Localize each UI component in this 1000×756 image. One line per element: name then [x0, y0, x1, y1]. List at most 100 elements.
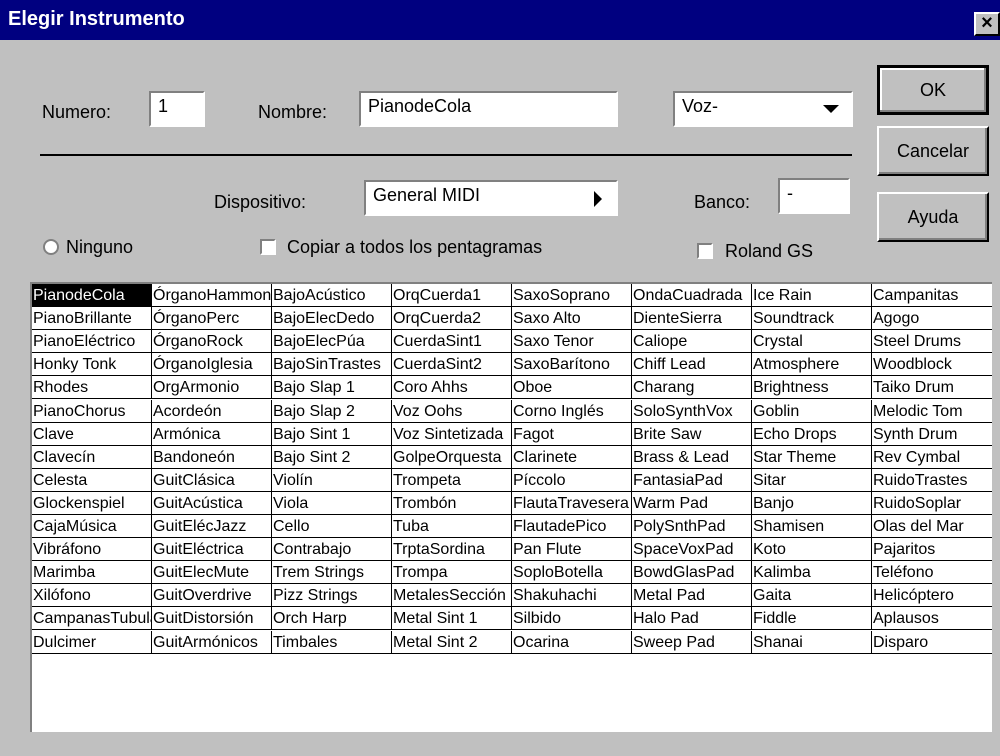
instrument-cell[interactable]: Voz Sintetizada [392, 422, 512, 446]
instrument-cell[interactable]: GuitElecMute [152, 561, 272, 585]
instrument-cell[interactable]: Marimba [32, 561, 152, 585]
instrument-cell[interactable]: Silbido [512, 607, 632, 631]
instrument-cell[interactable]: GuitEléctrica [152, 538, 272, 562]
instrument-cell[interactable]: Voz Oohs [392, 399, 512, 423]
instrument-cell[interactable]: Coro Ahhs [392, 376, 512, 400]
instrument-cell[interactable]: Crystal [752, 330, 872, 354]
instrument-cell[interactable]: GuitClásica [152, 468, 272, 492]
instrument-cell[interactable]: OndaCuadrada [632, 284, 752, 307]
instrument-cell[interactable]: Star Theme [752, 445, 872, 469]
instrument-cell[interactable]: Agogo [872, 307, 992, 331]
instrument-cell[interactable]: CajaMúsica [32, 515, 152, 538]
instrument-cell[interactable]: Honky Tonk [32, 353, 152, 377]
ayuda-button[interactable]: Ayuda [877, 192, 989, 242]
close-button[interactable]: × [974, 12, 1000, 36]
instrument-cell[interactable]: Viola [272, 491, 392, 515]
instrument-cell[interactable]: Píccolo [512, 468, 632, 492]
instrument-cell[interactable]: Teléfono [872, 561, 992, 585]
instrument-cell[interactable]: BajoElecDedo [272, 307, 392, 331]
instrument-cell[interactable]: Metal Sint 2 [392, 630, 512, 654]
instrument-cell[interactable]: Pajaritos [872, 538, 992, 562]
instrument-cell[interactable]: FlautadePico [512, 515, 632, 538]
instrument-cell[interactable]: Tuba [392, 515, 512, 538]
instrument-cell[interactable]: Clavecín [32, 445, 152, 469]
instrument-cell[interactable]: Halo Pad [632, 607, 752, 631]
instrument-cell[interactable]: CuerdaSint2 [392, 353, 512, 377]
instrument-cell[interactable]: Bajo Sint 1 [272, 422, 392, 446]
instrument-cell[interactable]: GolpeOrquesta [392, 445, 512, 469]
instrument-cell[interactable]: Warm Pad [632, 491, 752, 515]
instrument-cell[interactable]: Caliope [632, 330, 752, 354]
instrument-cell[interactable]: Ocarina [512, 630, 632, 654]
instrument-cell[interactable]: Bajo Slap 1 [272, 376, 392, 400]
instrument-cell[interactable]: Dulcimer [32, 630, 152, 654]
instrument-cell[interactable]: Campanitas [872, 284, 992, 307]
instrument-cell[interactable]: Shakuhachi [512, 584, 632, 608]
instrument-cell[interactable]: Goblin [752, 399, 872, 423]
instrument-cell[interactable]: Aplausos [872, 607, 992, 631]
cancelar-button[interactable]: Cancelar [877, 126, 989, 176]
instrument-cell[interactable]: OrgArmonio [152, 376, 272, 400]
instrument-cell[interactable]: Banjo [752, 491, 872, 515]
instrument-cell[interactable]: SpaceVoxPad [632, 538, 752, 562]
instrument-cell[interactable]: PianodeCola [32, 284, 152, 307]
instrument-cell[interactable]: SaxoBarítono [512, 353, 632, 377]
instrument-cell[interactable]: Clarinete [512, 445, 632, 469]
dispositivo-dropdown[interactable]: General MIDI [364, 180, 618, 216]
instrument-cell[interactable]: Orch Harp [272, 607, 392, 631]
instrument-cell[interactable]: Charang [632, 376, 752, 400]
instrument-cell[interactable]: OrqCuerda1 [392, 284, 512, 307]
instrument-cell[interactable]: BowdGlasPad [632, 561, 752, 585]
instrument-cell[interactable]: Trombón [392, 491, 512, 515]
instrument-cell[interactable]: Ice Rain [752, 284, 872, 307]
instrument-cell[interactable]: PianoEléctrico [32, 330, 152, 354]
instrument-cell[interactable]: Taiko Drum [872, 376, 992, 400]
instrument-cell[interactable]: Disparo [872, 631, 992, 654]
instrument-cell[interactable]: Sitar [752, 468, 872, 492]
instrument-cell[interactable]: CuerdaSint1 [392, 330, 512, 354]
instrument-cell[interactable]: PolySnthPad [632, 515, 752, 538]
instrument-cell[interactable]: Bandoneón [152, 445, 272, 469]
instrument-cell[interactable]: Armónica [152, 422, 272, 446]
instrument-cell[interactable]: MetalesSección [392, 584, 512, 608]
instrument-cell[interactable]: Trompeta [392, 468, 512, 492]
instrument-cell[interactable]: GuitElécJazz [152, 515, 272, 538]
instrument-cell[interactable]: Helicóptero [872, 584, 992, 608]
instrument-cell[interactable]: Shanai [752, 630, 872, 654]
instrument-cell[interactable]: Vibráfono [32, 538, 152, 562]
copiar-checkbox[interactable] [260, 239, 276, 255]
instrument-cell[interactable]: GuitAcústica [152, 491, 272, 515]
instrument-cell[interactable]: Koto [752, 538, 872, 562]
instrument-cell[interactable]: Acordeón [152, 399, 272, 423]
instrument-cell[interactable]: Bajo Slap 2 [272, 399, 392, 423]
instrument-cell[interactable]: Kalimba [752, 561, 872, 585]
instrument-cell[interactable]: Timbales [272, 630, 392, 654]
instrument-cell[interactable]: Trem Strings [272, 561, 392, 585]
instrument-cell[interactable]: ÓrganoRock [152, 330, 272, 354]
instrument-cell[interactable]: PianoBrillante [32, 307, 152, 331]
instrument-cell[interactable]: Corno Inglés [512, 399, 632, 423]
instrument-cell[interactable]: Melodic Tom [872, 400, 992, 423]
instrument-cell[interactable]: Oboe [512, 376, 632, 400]
instrument-cell[interactable]: Rev Cymbal [872, 446, 992, 469]
instrument-cell[interactable]: PianoChorus [32, 399, 152, 423]
instrument-cell[interactable]: Gaita [752, 584, 872, 608]
instrument-cell[interactable]: Brite Saw [632, 422, 752, 446]
instrument-cell[interactable]: SaxoSoprano [512, 284, 632, 307]
instrument-cell[interactable]: Saxo Alto [512, 307, 632, 331]
instrument-cell[interactable]: Rhodes [32, 376, 152, 400]
instrument-cell[interactable]: Synth Drum [872, 423, 992, 446]
instrument-cell[interactable]: Cello [272, 515, 392, 538]
instrument-cell[interactable]: ÓrganoPerc [152, 307, 272, 331]
instrument-cell[interactable]: Steel Drums [872, 330, 992, 354]
instrument-cell[interactable]: ÓrganoHammond [152, 284, 272, 307]
instrument-cell[interactable]: RuidoTrastes [872, 469, 992, 492]
instrument-cell[interactable]: Violín [272, 468, 392, 492]
ninguno-radio[interactable] [43, 239, 59, 255]
instrument-cell[interactable]: Sweep Pad [632, 630, 752, 654]
instrument-cell[interactable]: Bajo Sint 2 [272, 445, 392, 469]
instrument-cell[interactable]: TrptaSordina [392, 538, 512, 562]
instrument-cell[interactable]: Xilófono [32, 584, 152, 608]
instrument-cell[interactable]: Saxo Tenor [512, 330, 632, 354]
instrument-cell[interactable]: Trompa [392, 561, 512, 585]
